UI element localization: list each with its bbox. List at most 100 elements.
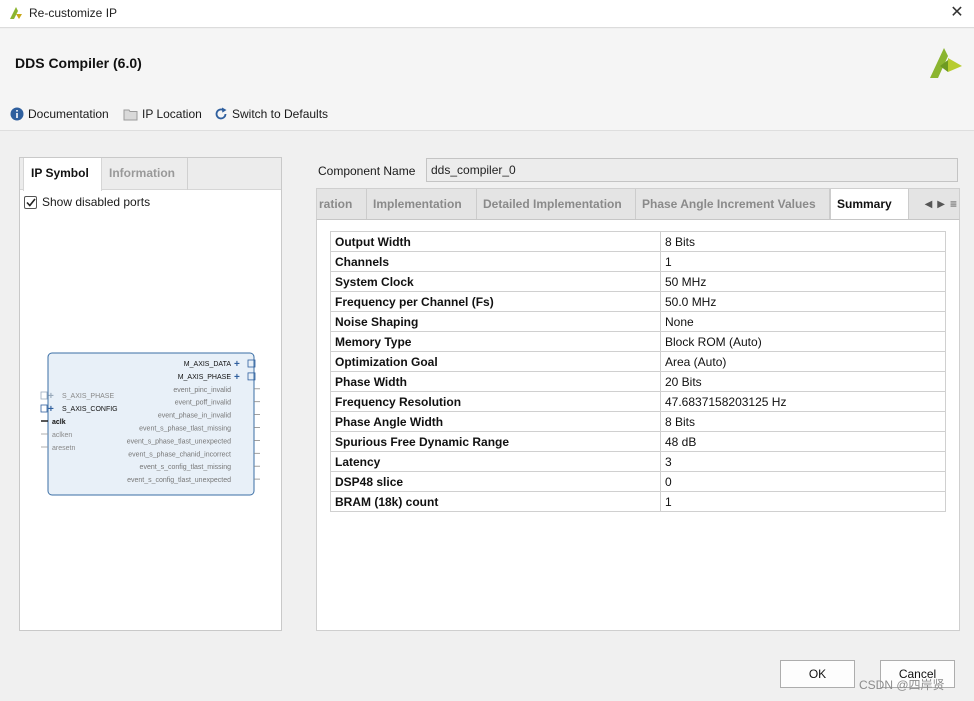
summary-key: Optimization Goal [330, 351, 661, 372]
summary-key: Frequency Resolution [330, 391, 661, 412]
toolbar: Documentation IP Location Switch to Defa… [0, 97, 974, 131]
xilinx-logo-icon [930, 48, 962, 78]
summary-content: Output Width 8 Bits Channels 1 System Clock 5… [316, 220, 960, 631]
left-port-label: aresetn [52, 445, 75, 452]
summary-value: 50 MHz [660, 271, 946, 292]
tab-implementation[interactable]: Implementation [367, 189, 477, 219]
switch-defaults-button[interactable]: Switch to Defaults [214, 106, 328, 122]
info-icon [10, 107, 24, 121]
summary-value: 8 Bits [660, 231, 946, 252]
documentation-label: Documentation [28, 107, 109, 121]
summary-value: 1 [660, 251, 946, 272]
component-name-input[interactable] [426, 158, 958, 182]
close-icon[interactable]: ✕ [946, 2, 968, 24]
summary-value: 3 [660, 451, 946, 472]
summary-row: Spurious Free Dynamic Range 48 dB [330, 431, 946, 452]
right-port-label: M_AXIS_PHASE [178, 374, 232, 381]
switch-defaults-label: Switch to Defaults [232, 107, 329, 121]
right-port-label: event_s_config_tlast_missing [140, 464, 232, 471]
summary-row: Phase Angle Width 8 Bits [330, 411, 946, 432]
summary-row: DSP48 slice 0 [330, 471, 946, 492]
left-port-label: aclken [52, 432, 72, 439]
right-port-label: event_phase_in_invalid [158, 413, 231, 420]
summary-value: 20 Bits [660, 371, 946, 392]
summary-row: Optimization Goal Area (Auto) [330, 351, 946, 372]
documentation-button[interactable]: Documentation [10, 106, 109, 122]
summary-row: Output Width 8 Bits [330, 231, 946, 252]
bus-pin-icon [40, 391, 48, 400]
summary-row: Phase Width 20 Bits [330, 371, 946, 392]
summary-key: DSP48 slice [330, 471, 661, 492]
tab-configuration[interactable]: ration [317, 189, 367, 219]
summary-value: 48 dB [660, 431, 946, 452]
tab-information[interactable]: Information [102, 158, 188, 190]
left-port-label: aclk [52, 419, 66, 426]
right-port-label: event_s_config_tlast_unexpected [127, 477, 231, 484]
ip-location-label: IP Location [142, 107, 202, 121]
bus-pin-icon [40, 404, 48, 413]
show-disabled-ports-label: Show disabled ports [42, 195, 151, 209]
summary-row: System Clock 50 MHz [330, 271, 946, 292]
left-port-label: S_AXIS_PHASE [62, 393, 114, 400]
summary-table: Output Width 8 Bits Channels 1 System Clock 5… [330, 231, 946, 512]
menu-icon[interactable]: ≡ [950, 197, 957, 211]
show-disabled-ports-row[interactable]: Show disabled ports [24, 195, 150, 209]
right-port-label: event_s_phase_tlast_missing [139, 426, 231, 433]
right-port-label: event_pinc_invalid [173, 387, 231, 394]
summary-value: None [660, 311, 946, 332]
summary-row: Memory Type Block ROM (Auto) [330, 331, 946, 352]
summary-value: 1 [660, 491, 946, 512]
summary-row: BRAM (18k) count 1 [330, 491, 946, 512]
ip-symbol-panel: IP Symbol Information Show disabled port… [19, 157, 282, 631]
summary-row: Frequency Resolution 47.6837158203125 Hz [330, 391, 946, 412]
expand-plus-icon[interactable]: + [48, 391, 54, 402]
left-port-label: S_AXIS_CONFIG [62, 406, 118, 413]
summary-value: 0 [660, 471, 946, 492]
summary-value: Area (Auto) [660, 351, 946, 372]
ip-title: DDS Compiler (6.0) [15, 55, 142, 71]
ip-block-symbol: M_AXIS_DATA +M_AXIS_PHASE +event_pinc_inva… [40, 352, 260, 496]
summary-value: 50.0 MHz [660, 291, 946, 312]
right-port-label: M_AXIS_DATA [184, 361, 232, 368]
expand-plus-icon[interactable]: + [234, 372, 240, 383]
summary-value: 8 Bits [660, 411, 946, 432]
summary-value: Block ROM (Auto) [660, 331, 946, 352]
right-port-label: event_s_phase_tlast_unexpected [127, 438, 231, 445]
summary-row: Latency 3 [330, 451, 946, 472]
ok-button[interactable]: OK [780, 660, 855, 688]
window-title: Re-customize IP [29, 6, 118, 20]
left-tab-bar: IP Symbol Information [20, 158, 281, 191]
expand-plus-icon[interactable]: + [234, 359, 240, 370]
refresh-icon [215, 107, 227, 120]
chevron-right-icon[interactable]: ▶ [937, 199, 945, 210]
component-name-label: Component Name [318, 164, 416, 178]
summary-key: Noise Shaping [330, 311, 661, 332]
summary-key: Phase Angle Width [330, 411, 661, 432]
configuration-panel: Component Name ration Implementation Det… [316, 157, 960, 631]
right-port-label: event_s_phase_chanid_incorrect [128, 451, 231, 458]
summary-key: Memory Type [330, 331, 661, 352]
summary-key: Output Width [330, 231, 661, 252]
vivado-app-icon [10, 7, 22, 19]
checkmark-icon [25, 198, 36, 207]
summary-row: Noise Shaping None [330, 311, 946, 332]
tab-ip-symbol[interactable]: IP Symbol [23, 158, 102, 191]
summary-key: System Clock [330, 271, 661, 292]
watermark: CSDN @四岸贤 [859, 678, 945, 692]
tab-phase-angle-increment-values[interactable]: Phase Angle Increment Values [636, 189, 830, 219]
tab-detailed-implementation[interactable]: Detailed Implementation [477, 189, 636, 219]
summary-value: 47.6837158203125 Hz [660, 391, 946, 412]
chevron-left-icon[interactable]: ◀ [925, 199, 933, 210]
summary-key: Frequency per Channel (Fs) [330, 291, 661, 312]
ip-header: DDS Compiler (6.0) [0, 29, 974, 97]
ip-location-button[interactable]: IP Location [123, 106, 202, 122]
right-port-label: event_poff_invalid [175, 400, 231, 407]
expand-plus-icon[interactable]: + [48, 404, 54, 415]
show-disabled-ports-checkbox[interactable] [24, 195, 37, 209]
summary-key: Channels [330, 251, 661, 272]
summary-row: Channels 1 [330, 251, 946, 272]
tab-summary[interactable]: Summary [830, 189, 909, 219]
summary-row: Frequency per Channel (Fs) 50.0 MHz [330, 291, 946, 312]
folder-icon [123, 109, 138, 120]
summary-key: Spurious Free Dynamic Range [330, 431, 661, 452]
